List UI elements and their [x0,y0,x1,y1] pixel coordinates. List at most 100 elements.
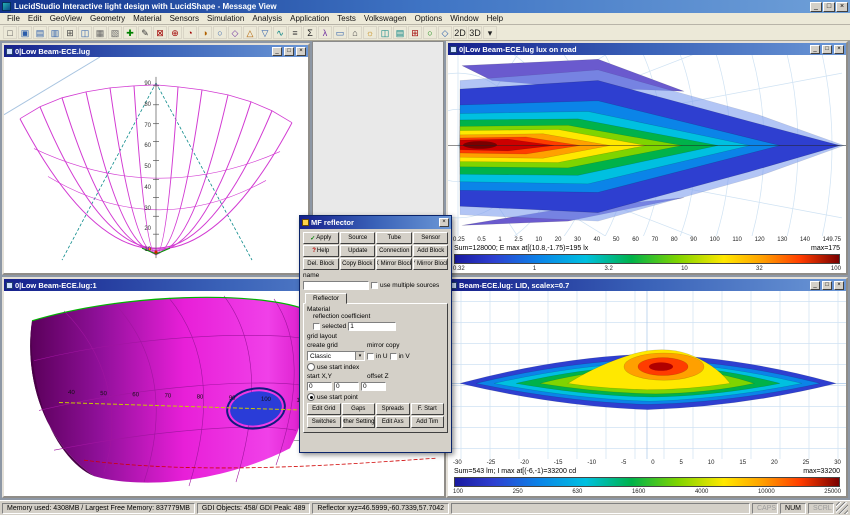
offset-z-input[interactable] [361,382,386,391]
menu-item[interactable]: GeoView [46,14,86,23]
resize-grip[interactable] [836,502,848,514]
menu-item[interactable]: Help [483,14,507,23]
window-restore-button[interactable]: □ [822,280,832,290]
dialog-titlebar[interactable]: MF reflector × [300,216,451,229]
wireframe-canvas[interactable] [4,57,308,273]
window-titlebar[interactable]: 0|Low Beam-ECE.lug lux on road _ □ × [448,43,846,55]
wireframe-viewport[interactable]: 90 80 70 60 50 40 30 20 10 [4,57,308,273]
selected-checkbox[interactable] [313,323,320,330]
window-titlebar[interactable]: Beam-ECE.lug: LID, scalex=0.7 _ □ × [448,279,846,291]
mirror-u-checkbox[interactable] [367,352,374,360]
dialog-button[interactable]: Connection [376,245,412,257]
menu-item[interactable]: Simulation [203,14,248,23]
toolbar-icon[interactable]: λ [318,26,332,39]
toolbar-icon[interactable]: ◇ [438,26,452,39]
toolbar-icon[interactable]: ⊞ [63,26,77,39]
window-minimize-button[interactable]: _ [810,280,820,290]
titlebar[interactable]: LucidStudio Interactive light design wit… [0,0,850,13]
dialog-button[interactable]: Switches [307,416,341,428]
minimize-button[interactable]: _ [810,1,822,12]
dialog-button[interactable]: Gaps [341,403,375,415]
toolbar-icon[interactable]: ✚ [123,26,137,39]
toolbar-icon[interactable]: ▣ [18,26,32,39]
dialog-button[interactable]: Y Mirror Block [412,258,448,270]
toolbar-icon[interactable]: ▤ [33,26,47,39]
toolbar-icon[interactable]: ○ [423,26,437,39]
toolbar-icon[interactable]: ✎ [138,26,152,39]
reflection-coefficient-input[interactable] [348,322,397,331]
toolbar-icon[interactable]: ◔ [183,26,197,39]
toolbar-icon[interactable]: ◫ [78,26,92,39]
toolbar-icon[interactable]: ≡ [288,26,302,39]
start-y-input[interactable] [334,382,359,391]
toolbar-icon[interactable]: ▥ [48,26,62,39]
toolbar-icon[interactable]: ⊠ [153,26,167,39]
window-close-button[interactable]: × [834,280,844,290]
toolbar-icon[interactable]: ▧ [108,26,122,39]
toolbar-icon[interactable]: △ [243,26,257,39]
dialog-button[interactable]: Add Block [412,245,448,257]
dialog-button[interactable]: Edit Grid [307,403,341,415]
toolbar-icon[interactable]: ⊕ [168,26,182,39]
menu-item[interactable]: Sensors [166,14,203,23]
lux-plot-canvas[interactable] [448,55,846,236]
dialog-button[interactable]: F. Start [410,403,444,415]
window-restore-button[interactable]: □ [822,44,832,54]
dialog-button[interactable]: ✓ Apply [303,232,339,244]
dialog-button[interactable]: Update [339,245,375,257]
toolbar-icon[interactable]: ▭ [333,26,347,39]
lux-plot-viewport[interactable]: 0.25 0.5 1 2.5 10 20 30 40 50 60 70 80 90 100 110 120 13… [448,55,846,273]
restore-button[interactable]: □ [823,1,835,12]
toolbar-icon[interactable]: ▦ [93,26,107,39]
menu-item[interactable]: Volkswagen [360,14,411,23]
name-input[interactable] [303,281,369,290]
window-titlebar[interactable]: 0|Low Beam-ECE.lug _ □ × [4,45,308,57]
dialog-button[interactable]: Add Tim [410,416,444,428]
lid-plot-canvas[interactable] [448,291,846,459]
multiple-sources-checkbox[interactable] [371,282,378,289]
menu-item[interactable]: Geometry [86,14,129,23]
toolbar-icon[interactable]: 3D [468,26,482,39]
toolbar-icon[interactable]: ◑ [198,26,212,39]
toolbar-icon[interactable]: ∿ [273,26,287,39]
toolbar-icon[interactable]: ⌂ [348,26,362,39]
use-start-point-radio[interactable] [307,393,315,401]
dialog-button[interactable]: Spreads [376,403,410,415]
close-button[interactable]: × [836,1,848,12]
menu-item[interactable]: Tests [333,14,360,23]
toolbar-icon[interactable]: ⊞ [408,26,422,39]
dialog-button[interactable]: Edit Axs [376,416,410,428]
menu-item[interactable]: File [3,14,24,23]
toolbar-icon[interactable]: ▤ [393,26,407,39]
window-minimize-button[interactable]: _ [810,44,820,54]
menu-item[interactable]: Analysis [248,14,286,23]
window-restore-button[interactable]: □ [284,46,294,56]
toolbar-icon[interactable]: ▽ [258,26,272,39]
dialog-button[interactable]: X Mirror Block [376,258,412,270]
toolbar-icon[interactable]: 2D [453,26,467,39]
toolbar-icon[interactable]: ◇ [228,26,242,39]
dialog-button[interactable]: Other Settings [341,416,375,428]
toolbar-icon[interactable]: ○ [213,26,227,39]
dialog-button[interactable]: Source [339,232,375,244]
toolbar-icon[interactable]: □ [3,26,17,39]
toolbar-icon[interactable]: ▾ [483,26,497,39]
menu-item[interactable]: Edit [24,14,46,23]
dialog-button[interactable]: Sensor [412,232,448,244]
toolbar-icon[interactable]: Σ [303,26,317,39]
toolbar-icon[interactable]: ◫ [378,26,392,39]
window-minimize-button[interactable]: _ [272,46,282,56]
menu-item[interactable]: Options [411,14,447,23]
start-x-input[interactable] [307,382,332,391]
dialog-button[interactable]: ? Help [303,245,339,257]
menu-item[interactable]: Application [286,14,333,23]
window-close-button[interactable]: × [834,44,844,54]
mirror-v-checkbox[interactable] [389,352,397,360]
menu-item[interactable]: Window [446,14,482,23]
dialog-button[interactable]: Copy Block [339,258,375,270]
use-start-index-radio[interactable] [307,363,315,371]
create-grid-select[interactable]: Classic ▾ [307,351,365,361]
toolbar-icon[interactable]: ☼ [363,26,377,39]
dialog-button[interactable]: Tube [376,232,412,244]
window-close-button[interactable]: × [296,46,306,56]
